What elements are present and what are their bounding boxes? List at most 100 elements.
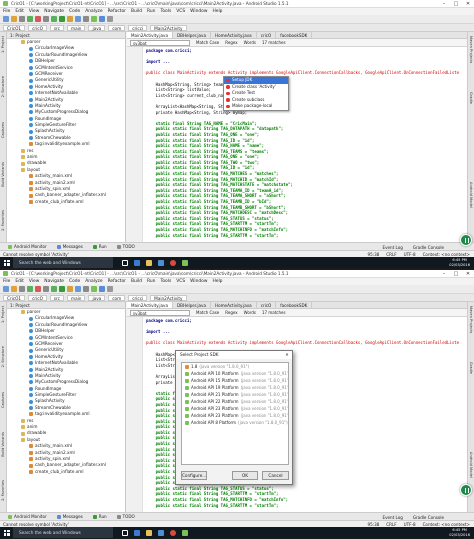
taskbar-clock[interactable]: 6:45 PM 02/03/2016 bbox=[449, 528, 470, 537]
menu-navigate[interactable]: Navigate bbox=[44, 279, 64, 284]
crumb-com[interactable]: com bbox=[108, 24, 126, 31]
tab-dbhelper[interactable]: DBHelper.java bbox=[173, 32, 211, 38]
menu-edit[interactable]: Edit bbox=[15, 279, 24, 284]
toolbar-icon[interactable] bbox=[27, 16, 33, 22]
taskbar-clock[interactable]: 6:45 PM 02/03/2016 bbox=[449, 258, 470, 267]
toolbar-icon[interactable] bbox=[51, 16, 57, 22]
tab-crico[interactable]: cricO bbox=[257, 302, 277, 308]
start-button[interactable] bbox=[0, 527, 13, 538]
file-encoding[interactable]: UTF-8 bbox=[404, 522, 416, 527]
menu-refactor[interactable]: Refactor bbox=[108, 279, 126, 284]
crumb-main[interactable]: main bbox=[67, 24, 86, 31]
menu-view[interactable]: View bbox=[29, 279, 39, 284]
menu-refactor[interactable]: Refactor bbox=[108, 9, 126, 14]
find-input[interactable]: sv3bat bbox=[130, 309, 190, 316]
tool-gradle-console[interactable]: Gradle Console bbox=[413, 515, 444, 520]
tab-dbhelper[interactable]: DBHelper.java bbox=[173, 302, 211, 308]
maximize-button[interactable]: □ bbox=[450, 0, 462, 8]
tool-captures[interactable]: Captures bbox=[1, 392, 5, 408]
tool-favorites[interactable]: 2: Favorites bbox=[1, 210, 5, 231]
sdk-item[interactable]: Android API 23 Platform (java version "1.… bbox=[182, 412, 288, 419]
toolbar-icon[interactable] bbox=[83, 286, 89, 292]
tool-todo[interactable]: TODO bbox=[116, 514, 135, 519]
tool-todo[interactable]: TODO bbox=[116, 244, 135, 249]
tool-structure[interactable]: 2: Structure bbox=[1, 76, 5, 97]
code-editor[interactable]: Main2Activity.java DBHelper.java HomeAct… bbox=[127, 32, 467, 242]
crumb-module[interactable]: cricO bbox=[28, 24, 47, 31]
toolbar-icon[interactable] bbox=[27, 286, 33, 292]
crumb-project[interactable]: CricO1 bbox=[3, 294, 26, 301]
store-icon[interactable] bbox=[155, 257, 167, 268]
dialog-close-icon[interactable]: ✕ bbox=[282, 351, 292, 359]
menu-navigate[interactable]: Navigate bbox=[44, 9, 64, 14]
toolbar-icon[interactable] bbox=[43, 286, 49, 292]
tool-gradle[interactable]: Gradle bbox=[469, 92, 473, 104]
crumb-src[interactable]: src bbox=[49, 294, 64, 301]
edge-icon[interactable] bbox=[131, 527, 143, 538]
sdk-item[interactable]: Android API 21 Platform (java version "1.… bbox=[182, 391, 288, 398]
tool-android-monitor[interactable]: Android Monitor bbox=[8, 514, 47, 519]
sdk-item[interactable]: Android API 10 Platform (java version "1.… bbox=[182, 370, 288, 377]
code-line[interactable]: public static final String TAG_STARTTM =… bbox=[146, 233, 464, 239]
toolbar-icon[interactable] bbox=[75, 286, 81, 292]
tool-structure[interactable]: 2: Structure bbox=[1, 346, 5, 367]
caret-position[interactable]: 95:38 bbox=[367, 252, 379, 257]
android-studio-task-icon[interactable] bbox=[179, 257, 191, 268]
menu-tools[interactable]: Tools bbox=[160, 9, 171, 14]
toolbar-icon[interactable] bbox=[107, 16, 113, 22]
tool-messages[interactable]: Messages bbox=[56, 244, 83, 249]
code-line[interactable]: public class MainActivity extends Activi… bbox=[146, 70, 464, 76]
toolbar-icon[interactable] bbox=[99, 16, 105, 22]
toolbar-icon[interactable] bbox=[59, 286, 65, 292]
configure-button[interactable]: Configure... bbox=[181, 471, 207, 480]
file-encoding[interactable]: UTF-8 bbox=[404, 252, 416, 257]
crumb-package[interactable]: cricci bbox=[128, 24, 148, 31]
pause-overlay-icon[interactable] bbox=[460, 234, 472, 246]
tool-build-variants[interactable]: Build Variants bbox=[1, 432, 5, 457]
tool-run[interactable]: Run bbox=[92, 514, 107, 519]
crumb-java[interactable]: java bbox=[88, 294, 106, 301]
edge-icon[interactable] bbox=[131, 257, 143, 268]
menu-build[interactable]: Build bbox=[131, 279, 142, 284]
tool-project[interactable]: 1: Project bbox=[1, 306, 5, 323]
tool-project[interactable]: 1: Project bbox=[1, 36, 5, 53]
code-area[interactable]: package com.cricci; import ... public clas… bbox=[146, 48, 464, 238]
crumb-main[interactable]: main bbox=[67, 294, 86, 301]
toolbar-icon[interactable] bbox=[19, 16, 25, 22]
crumb-file[interactable]: Main2Activity bbox=[150, 24, 187, 31]
tab-homeactivity[interactable]: HomeActivity.java bbox=[211, 302, 257, 308]
sdk-item[interactable]: Android API 15 Platform (java version "1.… bbox=[182, 377, 288, 384]
crumb-module[interactable]: cricO bbox=[28, 294, 47, 301]
line-separator[interactable]: CRLF bbox=[386, 522, 396, 527]
explorer-icon[interactable] bbox=[143, 527, 155, 538]
toolbar-icon[interactable] bbox=[35, 16, 41, 22]
menu-help[interactable]: Help bbox=[212, 279, 222, 284]
tool-maven[interactable]: Maven Projects bbox=[469, 306, 473, 333]
toolbar-icon[interactable] bbox=[83, 16, 89, 22]
menu-make-package-local[interactable]: Make package-local bbox=[224, 103, 288, 110]
close-button[interactable]: ✕ bbox=[462, 0, 474, 8]
menu-build[interactable]: Build bbox=[131, 9, 142, 14]
tool-gradle-console[interactable]: Gradle Console bbox=[413, 245, 444, 250]
toolbar-icon[interactable] bbox=[75, 16, 81, 22]
menu-run[interactable]: Run bbox=[147, 9, 155, 14]
crumb-com[interactable]: com bbox=[108, 294, 126, 301]
toolbar-icon[interactable] bbox=[11, 286, 17, 292]
menu-help[interactable]: Help bbox=[212, 9, 222, 14]
taskbar-search[interactable]: Search the web and Windows bbox=[13, 257, 113, 268]
tool-android-monitor[interactable]: Android Monitor bbox=[8, 244, 47, 249]
task-view-icon[interactable] bbox=[119, 257, 131, 268]
toolbar-icon[interactable] bbox=[3, 286, 9, 292]
tool-captures[interactable]: Captures bbox=[1, 122, 5, 138]
menu-edit[interactable]: Edit bbox=[15, 9, 24, 14]
task-view-icon[interactable] bbox=[119, 527, 131, 538]
menu-view[interactable]: View bbox=[29, 9, 39, 14]
toolbar-icon[interactable] bbox=[67, 286, 73, 292]
tab-main2activity[interactable]: Main2Activity.java bbox=[127, 32, 173, 38]
menu-analyze[interactable]: Analyze bbox=[85, 279, 102, 284]
menu-tools[interactable]: Tools bbox=[160, 279, 171, 284]
tab-facebooksdk[interactable]: facebookSDK bbox=[276, 302, 313, 308]
project-panel-header[interactable]: 1: Project bbox=[7, 302, 125, 309]
code-line[interactable]: public static final String TAG_STARTTM =… bbox=[146, 503, 464, 509]
menu-file[interactable]: File bbox=[3, 9, 10, 14]
